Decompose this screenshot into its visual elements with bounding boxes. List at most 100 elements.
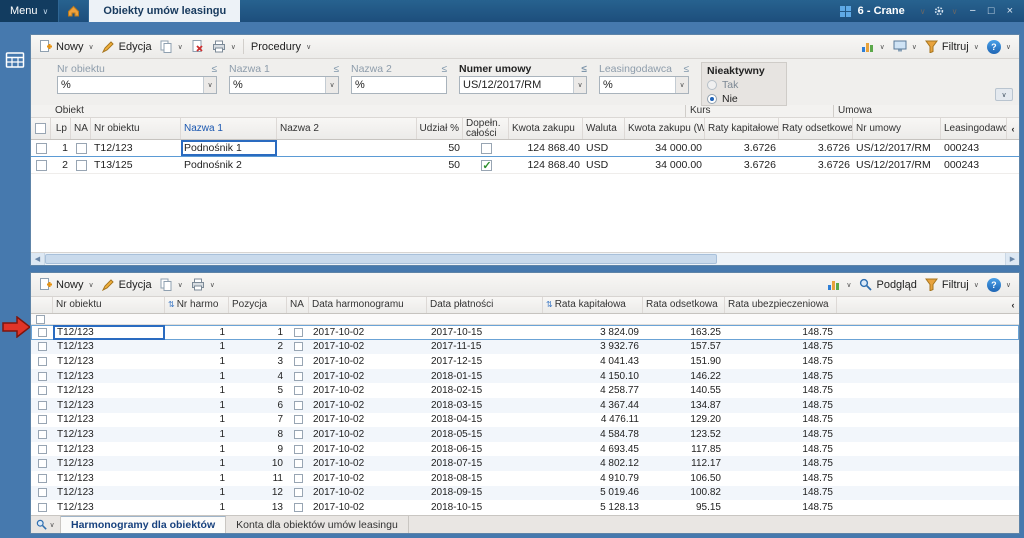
grid-cell[interactable]: 1 bbox=[165, 500, 229, 515]
grid-cell[interactable]: 2018-02-15 bbox=[427, 383, 543, 398]
grid-cell[interactable]: T12/123 bbox=[53, 471, 165, 486]
grid-cell[interactable] bbox=[31, 369, 53, 384]
grid-cell[interactable]: Podnośnik 2 bbox=[181, 157, 277, 173]
apps-grid-icon[interactable] bbox=[839, 5, 851, 17]
schedule-row[interactable]: T12/123 1 4 2017-10-02 2018-01-15 4 150.10 146… bbox=[31, 368, 1019, 384]
col-waluta[interactable]: Waluta bbox=[583, 118, 625, 139]
grid-cell[interactable]: 148.75 bbox=[725, 369, 837, 384]
grid-cell[interactable]: 1 bbox=[165, 354, 229, 369]
help-button[interactable]: ? ∨ bbox=[983, 38, 1015, 56]
active-module-tab[interactable]: Obiekty umów leasingu bbox=[89, 0, 241, 22]
grid-cell[interactable]: 2017-12-15 bbox=[427, 354, 543, 369]
grid-cell[interactable]: 4 693.45 bbox=[543, 442, 643, 457]
grid-cell[interactable]: 12 bbox=[229, 486, 287, 501]
grid-cell[interactable]: 4 910.79 bbox=[543, 471, 643, 486]
select-all-cell[interactable] bbox=[31, 118, 51, 139]
grid-cell[interactable]: 2017-10-15 bbox=[427, 325, 543, 340]
checkbox[interactable] bbox=[37, 444, 47, 454]
grid-cell[interactable]: 140.55 bbox=[643, 383, 725, 398]
filter-input[interactable]: % ∨ bbox=[57, 76, 217, 94]
grid-cell[interactable]: 124 868.40 bbox=[509, 140, 583, 156]
grid-cell[interactable]: 2017-10-02 bbox=[309, 340, 427, 355]
object-row[interactable]: 2 T13/125Podnośnik 2 50 124 868.40USD34 000… bbox=[31, 157, 1019, 174]
grid-cell[interactable] bbox=[287, 325, 309, 340]
checkbox[interactable] bbox=[293, 502, 303, 512]
grid-cell[interactable]: 5 bbox=[229, 383, 287, 398]
grid-cell[interactable]: 8 bbox=[229, 427, 287, 442]
grid-cell[interactable]: 50 bbox=[417, 157, 463, 173]
new-button[interactable]: Nowy ∨ bbox=[35, 276, 98, 293]
combo-arrow-icon[interactable]: ∨ bbox=[325, 77, 338, 93]
grid-cell[interactable]: US/12/2017/RM bbox=[853, 157, 941, 173]
grid-cell[interactable] bbox=[287, 340, 309, 355]
scrollbar-track[interactable] bbox=[717, 253, 1005, 265]
checkbox[interactable] bbox=[293, 488, 303, 498]
col-udzial[interactable]: Udział % bbox=[417, 118, 463, 139]
grid-cell[interactable] bbox=[463, 140, 509, 156]
grid-cell[interactable] bbox=[287, 427, 309, 442]
grid-cell[interactable] bbox=[287, 486, 309, 501]
grid-cell[interactable]: 3 824.09 bbox=[543, 325, 643, 340]
schedule-row[interactable]: T12/123 1 2 2017-10-02 2017-11-15 3 932.76 157… bbox=[31, 339, 1019, 355]
checkbox[interactable] bbox=[37, 356, 47, 366]
grid-cell[interactable]: 4 150.10 bbox=[543, 369, 643, 384]
grid-cell[interactable]: 2018-10-15 bbox=[427, 500, 543, 515]
delete-button[interactable] bbox=[187, 38, 208, 55]
checkbox[interactable] bbox=[37, 429, 47, 439]
grid-cell[interactable]: 2017-10-02 bbox=[309, 413, 427, 428]
grid-cell[interactable] bbox=[287, 456, 309, 471]
grid-cell[interactable] bbox=[277, 157, 417, 173]
close-button[interactable]: × bbox=[1002, 5, 1018, 17]
col-rata-kapitalowa[interactable]: ⇅ Rata kapitałowa bbox=[543, 297, 643, 313]
schedule-row[interactable]: T12/123 1 12 2017-10-02 2018-09-15 5 019.46 10… bbox=[31, 485, 1019, 501]
grid-cell[interactable]: 3 bbox=[229, 354, 287, 369]
grid-cell[interactable]: 123.52 bbox=[643, 427, 725, 442]
preview-button[interactable]: Podgląd bbox=[855, 276, 920, 293]
grid-cell[interactable]: 2017-10-02 bbox=[309, 442, 427, 457]
grid-cell[interactable]: T12/123 bbox=[53, 413, 165, 428]
grid-cell[interactable]: 129.20 bbox=[643, 413, 725, 428]
checkbox[interactable] bbox=[293, 444, 303, 454]
scroll-left-icon[interactable]: ◀ bbox=[31, 253, 45, 265]
grid-cell[interactable]: 3.6726 bbox=[705, 140, 779, 156]
grid-cell[interactable]: 4 584.78 bbox=[543, 427, 643, 442]
grid-cell[interactable]: 4 476.11 bbox=[543, 413, 643, 428]
grid-cell[interactable]: 7 bbox=[229, 413, 287, 428]
grid-cell[interactable]: 4 041.43 bbox=[543, 354, 643, 369]
schedule-row[interactable]: T12/123 1 5 2017-10-02 2018-02-15 4 258.77 140… bbox=[31, 383, 1019, 398]
grid-cell[interactable]: USD bbox=[583, 157, 625, 173]
select-all-row[interactable] bbox=[31, 314, 1019, 325]
checkbox[interactable] bbox=[293, 429, 303, 439]
col-kwota-zakupu-wl[interactable]: Kwota zakupu (WL) bbox=[625, 118, 705, 139]
grid-cell[interactable]: 1 bbox=[165, 442, 229, 457]
grid-cell[interactable]: 2017-10-02 bbox=[309, 486, 427, 501]
checkbox[interactable] bbox=[37, 459, 47, 469]
grid-cell[interactable] bbox=[31, 471, 53, 486]
schedule-row[interactable]: T12/123 1 1 2017-10-02 2017-10-15 3 824.09 163… bbox=[31, 325, 1019, 340]
view-button[interactable]: ∨ bbox=[889, 38, 921, 55]
col-data-platnosci[interactable]: Data płatności bbox=[427, 297, 543, 313]
grid-cell[interactable]: 4 802.12 bbox=[543, 456, 643, 471]
checkbox[interactable] bbox=[293, 342, 303, 352]
col-nr-harmonogramu[interactable]: ⇅ Nr harmo bbox=[165, 297, 229, 313]
grid-cell[interactable]: 9 bbox=[229, 442, 287, 457]
grid-cell[interactable]: 1 bbox=[165, 486, 229, 501]
checkbox[interactable] bbox=[37, 400, 47, 410]
checkbox[interactable] bbox=[480, 142, 492, 154]
grid-cell[interactable] bbox=[287, 442, 309, 457]
grid-cell[interactable] bbox=[31, 486, 53, 501]
col-pozycja[interactable]: Pozycja bbox=[229, 297, 287, 313]
grid-cell[interactable]: 148.75 bbox=[725, 442, 837, 457]
grid-cell[interactable]: 1 bbox=[165, 398, 229, 413]
grid-cell[interactable]: 124 868.40 bbox=[509, 157, 583, 173]
grid-cell[interactable]: 148.75 bbox=[725, 325, 837, 340]
col-na[interactable]: NA bbox=[71, 118, 91, 139]
horizontal-scrollbar[interactable]: ◀ ▶ bbox=[31, 252, 1019, 265]
grid-cell[interactable]: 1 bbox=[165, 456, 229, 471]
module-rail[interactable] bbox=[5, 50, 25, 70]
grid-cell[interactable]: 117.85 bbox=[643, 442, 725, 457]
checkbox[interactable] bbox=[35, 159, 47, 171]
grid-cell[interactable]: 148.75 bbox=[725, 427, 837, 442]
chevron-down-icon[interactable]: ∨ bbox=[915, 7, 931, 16]
checkbox[interactable] bbox=[480, 159, 493, 172]
